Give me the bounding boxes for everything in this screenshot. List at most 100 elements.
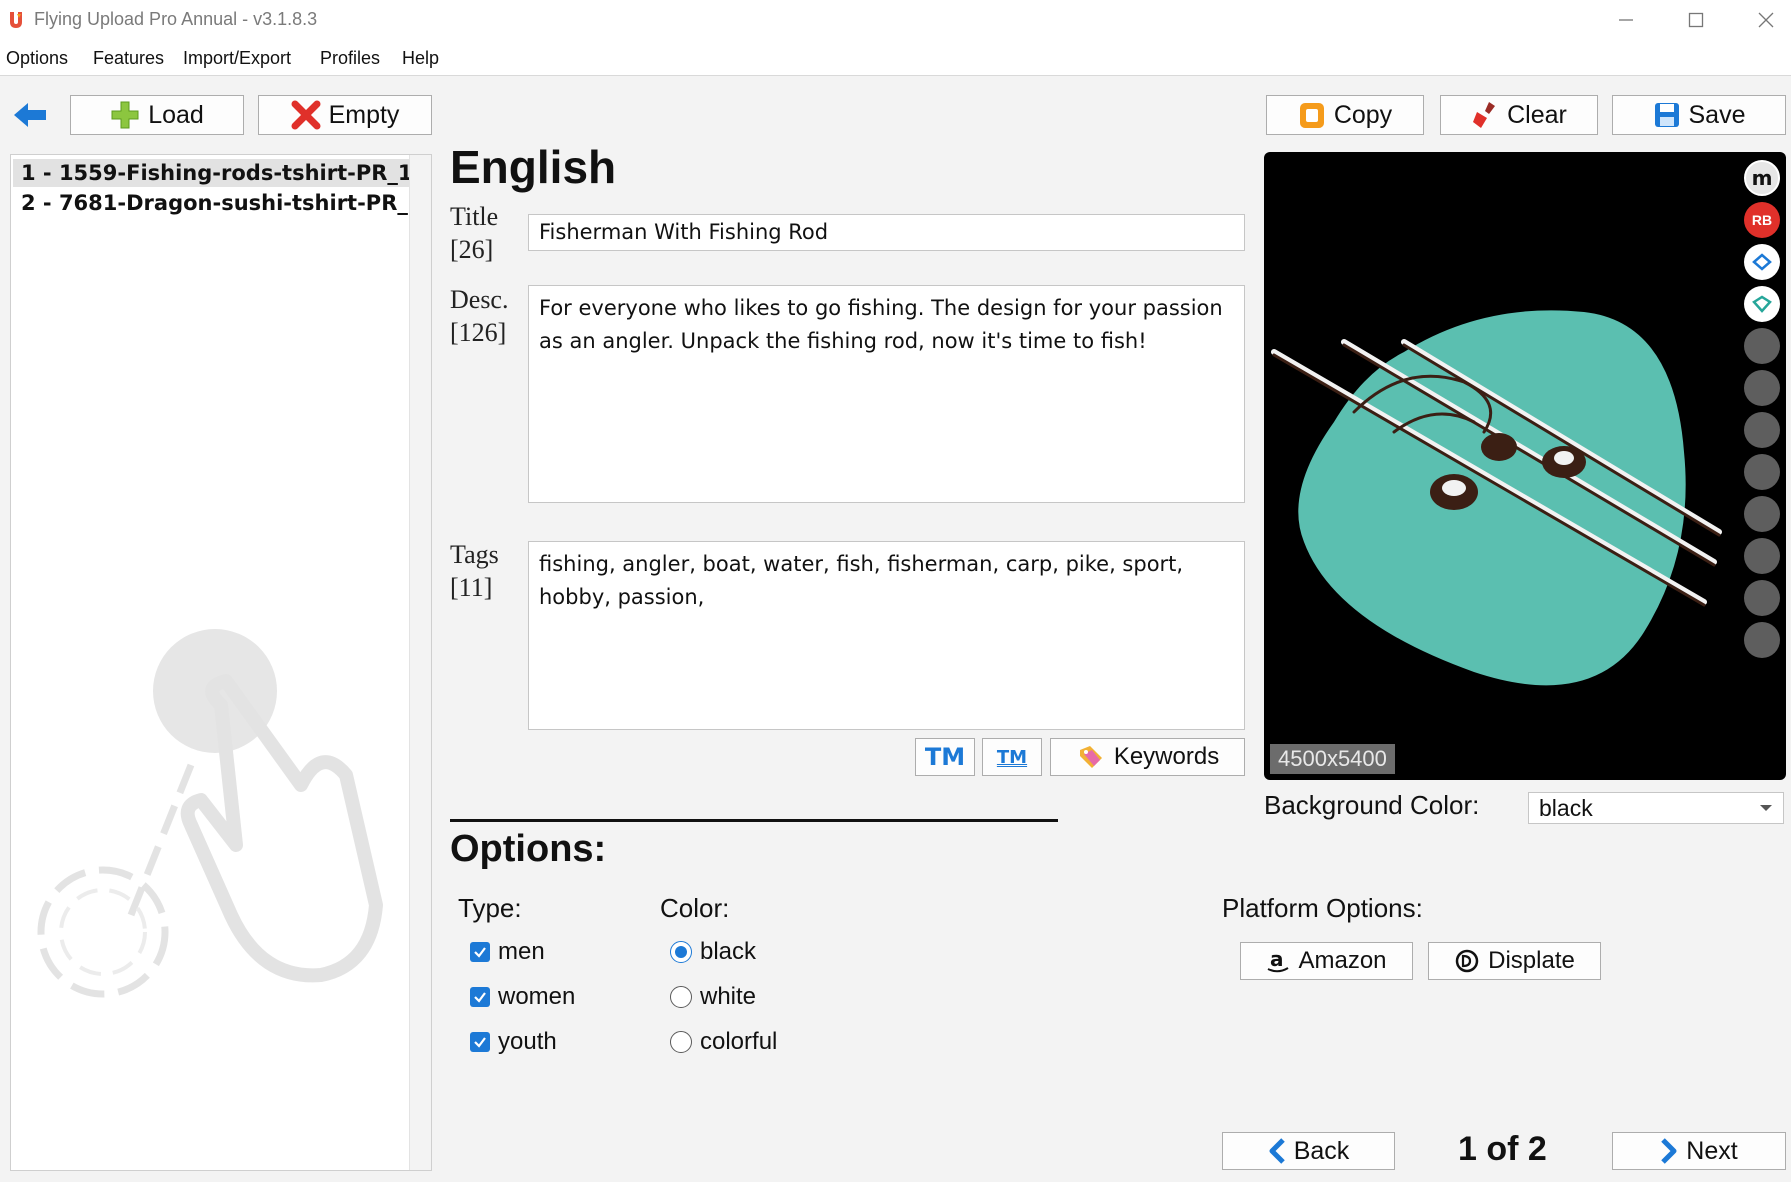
keywords-tag-icon: [1079, 746, 1102, 768]
background-color-select[interactable]: black: [1528, 792, 1784, 824]
tm-list-icon: TM: [996, 746, 1028, 768]
window-title: Flying Upload Pro Annual - v3.1.8.3: [34, 9, 318, 29]
spreadshirt-icon[interactable]: [1744, 244, 1780, 280]
description-textarea[interactable]: For everyone who likes to go fishing. Th…: [528, 285, 1245, 503]
color-white-radio[interactable]: white: [670, 983, 756, 1011]
options-divider: [450, 819, 1058, 822]
amazon-logo-icon: a: [1268, 948, 1289, 973]
checkbox-checked-icon: [470, 987, 490, 1007]
app-logo-icon: [10, 12, 22, 28]
color-colorful-radio[interactable]: colorful: [670, 1028, 777, 1056]
copy-icon: [1299, 103, 1324, 128]
title-bar: Flying Upload Pro Annual - v3.1.8.3: [0, 0, 1791, 40]
type-men-checkbox[interactable]: men: [470, 938, 545, 966]
file-list-item[interactable]: 2 - 7681-Dragon-sushi-tshirt-PR_: [13, 189, 409, 217]
copy-button[interactable]: Copy: [1266, 95, 1424, 135]
printful-icon[interactable]: [1744, 454, 1780, 490]
menu-options[interactable]: Options: [6, 48, 68, 69]
close-icon: [1758, 12, 1774, 28]
displate-label: Displate: [1488, 947, 1575, 974]
zazzle-icon[interactable]: [1744, 412, 1780, 448]
back-label: Back: [1293, 1136, 1350, 1165]
floppy-disk-icon: [1654, 103, 1679, 127]
redbubble-icon[interactable]: RB: [1744, 202, 1780, 238]
empty-button[interactable]: Empty: [258, 95, 432, 135]
type-label: Type:: [458, 893, 522, 923]
trademark-check-button[interactable]: TM: [915, 738, 975, 776]
design-preview[interactable]: m RB 4500x5400: [1264, 152, 1786, 780]
options-heading: Options:: [450, 828, 607, 870]
tags-count: [11]: [450, 573, 493, 602]
load-button[interactable]: Load: [70, 95, 244, 135]
page-counter: 1 of 2: [1458, 1130, 1547, 1168]
chevron-down-icon: [1760, 805, 1772, 811]
next-label: Next: [1686, 1136, 1738, 1165]
minimize-icon: [1619, 19, 1633, 21]
background-color-label: Background Color:: [1264, 790, 1480, 820]
background-color-value: black: [1539, 794, 1593, 821]
generic-platform-icon-2[interactable]: [1744, 622, 1780, 658]
menu-help[interactable]: Help: [402, 48, 439, 69]
menu-features[interactable]: Features: [93, 48, 164, 69]
back-button[interactable]: Back: [1222, 1132, 1395, 1170]
maximize-icon: [1688, 12, 1704, 28]
save-label: Save: [1688, 100, 1746, 129]
save-button[interactable]: Save: [1612, 95, 1786, 135]
type-youth-checkbox[interactable]: youth: [470, 1028, 557, 1056]
close-button[interactable]: [1731, 0, 1791, 40]
teepublic-icon[interactable]: [1744, 286, 1780, 322]
menu-profiles[interactable]: Profiles: [320, 48, 380, 69]
displate-options-button[interactable]: Displate: [1428, 942, 1601, 980]
svg-text:a: a: [1270, 948, 1284, 971]
chevron-right-icon: [1661, 1138, 1677, 1164]
title-char-count: [26]: [450, 235, 494, 264]
merch-icon[interactable]: m: [1744, 160, 1780, 196]
next-button[interactable]: Next: [1612, 1132, 1786, 1170]
desc-char-count: [126]: [450, 318, 507, 347]
radio-selected-icon: [670, 941, 692, 963]
color-label: Color:: [660, 893, 730, 923]
clear-label: Clear: [1507, 100, 1567, 129]
file-list-scrollbar[interactable]: [409, 155, 431, 1170]
tags-label: Tags [11]: [450, 540, 499, 602]
checkbox-checked-icon: [470, 1032, 490, 1052]
trademark-list-button[interactable]: TM: [982, 738, 1042, 776]
platform-options-label: Platform Options:: [1222, 893, 1423, 923]
tags-textarea[interactable]: fishing, angler, boat, water, fish, fish…: [528, 541, 1245, 730]
title-input[interactable]: Fisherman With Fishing Rod: [528, 214, 1245, 251]
amazon-label: Amazon: [1298, 947, 1387, 974]
language-heading: English: [450, 141, 617, 193]
radio-unselected-icon: [670, 1031, 692, 1053]
menu-bar: Options Features Import/Export Profiles …: [0, 40, 1791, 76]
plus-icon: [111, 101, 139, 129]
maximize-button[interactable]: [1661, 0, 1731, 40]
generic-platform-icon[interactable]: [1744, 580, 1780, 616]
keywords-label: Keywords: [1113, 743, 1220, 770]
title-label: Title [26]: [450, 202, 499, 264]
red-x-icon: [291, 100, 321, 130]
shirtee-icon[interactable]: [1744, 328, 1780, 364]
displate-platform-icon[interactable]: [1744, 496, 1780, 532]
design-artwork: [1271, 310, 1722, 686]
copy-label: Copy: [1333, 100, 1393, 129]
tm-icon: TM: [924, 743, 966, 771]
amazon-options-button[interactable]: a Amazon: [1240, 942, 1413, 980]
broom-icon: [1473, 102, 1496, 128]
menu-import-export[interactable]: Import/Export: [183, 48, 291, 69]
chevron-left-icon: [1269, 1138, 1285, 1164]
displate-logo-icon: [1455, 949, 1479, 973]
type-women-checkbox[interactable]: women: [470, 983, 575, 1011]
radio-unselected-icon: [670, 986, 692, 1008]
minimize-button[interactable]: [1591, 0, 1661, 40]
drag-drop-hand-icon: [37, 629, 383, 998]
spring-icon[interactable]: [1744, 538, 1780, 574]
image-dimensions: 4500x5400: [1270, 744, 1395, 774]
color-black-radio[interactable]: black: [670, 938, 756, 966]
file-list-item[interactable]: 1 - 1559-Fishing-rods-tshirt-PR_1: [13, 159, 409, 187]
keywords-button[interactable]: Keywords: [1050, 738, 1245, 776]
clear-button[interactable]: Clear: [1440, 95, 1598, 135]
file-list[interactable]: 1 - 1559-Fishing-rods-tshirt-PR_1 2 - 76…: [10, 154, 432, 1171]
society6-icon[interactable]: [1744, 370, 1780, 406]
desc-label: Desc. [126]: [450, 285, 509, 347]
back-arrow-icon[interactable]: [12, 97, 48, 133]
